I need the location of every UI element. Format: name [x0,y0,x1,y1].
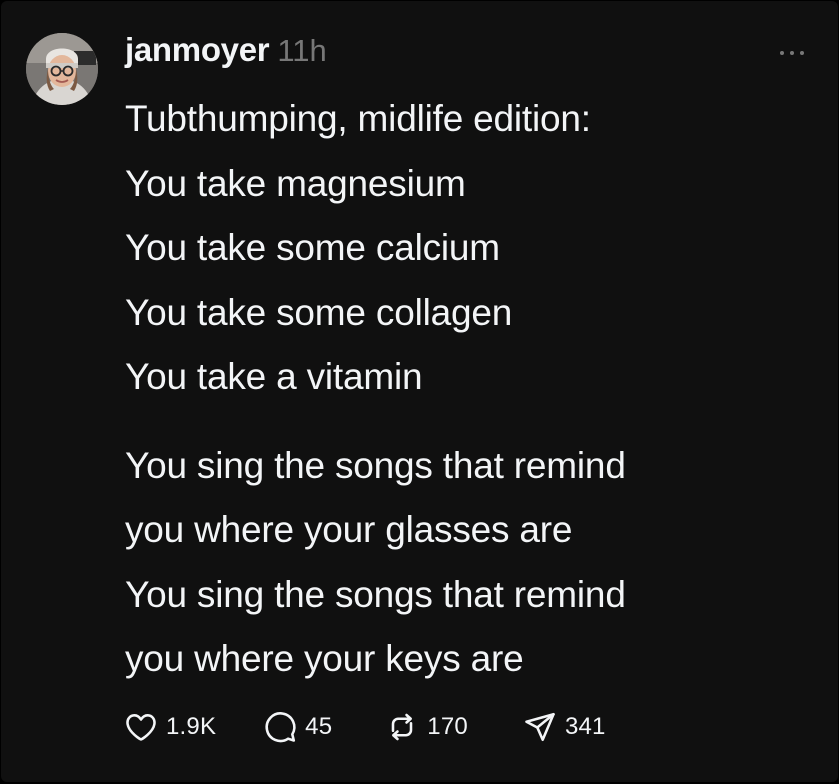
timestamp: 11h [277,33,327,68]
like-button[interactable]: 1.9K [123,705,216,749]
repost-button[interactable]: 170 [384,705,468,749]
post-header: janmoyer 11h [125,31,327,79]
more-horizontal-icon-dot [790,51,794,55]
share-button[interactable]: 341 [522,705,606,749]
post-text-line: You take some calcium [125,227,500,268]
post-text-line: You take some collagen [125,291,513,333]
avatar-photo [26,33,98,105]
reply-button[interactable]: 45 [262,705,332,749]
reply-count: 45 [305,713,333,740]
avatar[interactable] [26,33,98,105]
post-text: Tubthumping, midlife edition: You take m… [125,87,815,692]
more-horizontal-icon-dot [800,51,804,55]
post-text-line: You sing the songs that remind [125,573,626,615]
post-text-line: Tubthumping, midlife edition: [125,98,591,139]
post-text-line: You take magnesium [125,162,466,204]
repost-icon [392,713,413,741]
thread-post: janmoyer 11h Tubthumping, midlife editio… [1,1,838,782]
share-count: 341 [564,713,606,740]
comment-icon [265,712,296,743]
post-actions: 1.9K 45 170 341 [123,705,606,749]
repost-count: 170 [427,713,468,740]
username[interactable]: janmoyer [125,31,270,69]
post-text-line: you where your glasses are [125,509,573,550]
like-count: 1.9K [166,713,217,740]
post-text-line: you where your keys are [125,638,524,679]
send-icon [525,712,555,742]
post-text-line: You take a vitamin [125,356,423,397]
more-horizontal-icon [780,51,784,55]
heart-icon [126,714,156,741]
more-options-button[interactable] [772,41,812,65]
stanza-break [125,410,815,434]
post-text-line: You sing the songs that remind [125,444,626,486]
